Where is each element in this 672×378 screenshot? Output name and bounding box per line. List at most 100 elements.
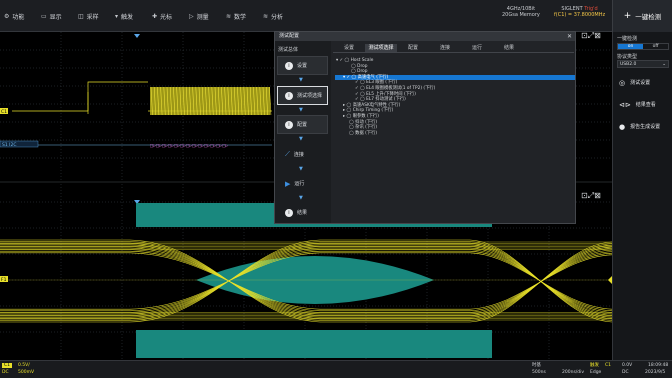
panel-title: 一键检测: [617, 36, 638, 42]
spec-status: 4GHz/10Bit 20Gsa Memory: [502, 6, 540, 18]
info-icon: i: [285, 91, 293, 100]
menu-item-measure[interactable]: ▷ 测量: [189, 10, 226, 22]
menu-item-acquire[interactable]: ◫ 采样: [78, 10, 115, 22]
test-settings-button[interactable]: ◎ 测试设置: [616, 72, 670, 93]
acquire-icon: ◫: [78, 12, 84, 20]
step-label: 结果: [297, 210, 308, 216]
play-icon: ▶: [285, 179, 291, 188]
ch1-tag-text: C1: [1, 109, 7, 115]
chevron-down-icon: ▼: [299, 107, 303, 113]
bottom-status-bar: C1 0.5V/ DC 500mV 时基 500ns 200ns/div 触发 …: [0, 360, 672, 378]
button-label: 结果查看: [635, 102, 656, 108]
eye-mask-bottom: [136, 330, 492, 358]
step-label: 连接: [293, 152, 304, 158]
tree-row[interactable]: ◯ 数据 (下行): [335, 131, 575, 137]
chevron-down-icon: ▼: [299, 195, 303, 201]
chevron-down-icon: ▼: [299, 77, 303, 83]
cursor-icon: ✚: [152, 12, 158, 20]
tab-connect[interactable]: 连接: [429, 44, 461, 52]
chevron-down-icon: ⌄: [662, 62, 666, 67]
menu-item-analysis[interactable]: ≋ 分析: [263, 10, 300, 22]
step-select-tests-button[interactable]: i 测试项选择: [277, 86, 328, 105]
menu-label: 显示: [49, 13, 62, 21]
ch1-offset: 500mV: [18, 370, 35, 375]
button-label: 测试设置: [630, 80, 651, 86]
tab-test-selection[interactable]: 测试项选择: [365, 44, 397, 52]
tab-run[interactable]: 运行: [461, 44, 493, 52]
trigger-level: 0.0V: [622, 363, 633, 368]
decode-text: □▷□▷□▷□▷□▷□▷□▷□▷□▷□▷□▷□▷□▷: [150, 143, 228, 149]
menu-label: 功能: [12, 13, 25, 21]
tab-setup[interactable]: 设置: [333, 44, 365, 52]
spec-line-2: 20Gsa Memory: [502, 12, 540, 18]
display-icon: ▭: [41, 12, 47, 20]
trigger-icon: ▾: [115, 12, 119, 20]
trigger-coupling: DC: [622, 370, 629, 375]
analysis-icon: ≋: [263, 12, 269, 20]
top-menu-bar: ⚙ 功能 ▭ 显示 ◫ 采样 ▾ 触发 ✚ 光标 ▷ 测量 ≋ 数学 ≋ 分析 4GHz/10B…: [0, 0, 672, 32]
menu-item-display[interactable]: ▭ 显示: [41, 10, 78, 22]
info-icon: i: [285, 61, 293, 70]
menu-item-trigger[interactable]: ▾ 触发: [115, 10, 152, 22]
menu-label: 分析: [271, 13, 284, 21]
one-key-label: 一键检测: [635, 13, 662, 21]
menu-item-cursor[interactable]: ✚ 光标: [152, 10, 189, 22]
zoom-icons-lower: ⊡⤢⊠: [581, 191, 601, 200]
test-config-dialog: 测试配置 ✕ 测试总体 i 设置 ▼ i 测试项选择 ▼ i 配置 ▼ ⟋ 连接 ▼ ▶…: [274, 31, 576, 224]
result-icon: ⊲⊳: [619, 100, 631, 109]
report-settings-button[interactable]: ● 报告生成设置: [616, 116, 670, 137]
timebase-scale: 200ns/div: [562, 370, 585, 375]
step-config-button[interactable]: i 配置: [277, 115, 328, 134]
menu-label: 数学: [234, 13, 247, 21]
main-menu: ⚙ 功能 ▭ 显示 ◫ 采样 ▾ 触发 ✚ 光标 ▷ 测量 ≋ 数学 ≋ 分析: [4, 10, 300, 22]
f1-tag-text: F1: [1, 277, 7, 283]
gear-icon: ⚙: [4, 12, 10, 20]
toggle-on[interactable]: on: [618, 44, 643, 49]
trigger-label[interactable]: 触发: [590, 363, 599, 368]
math-icon: ≋: [226, 12, 232, 20]
dialog-title: 测试配置: [275, 32, 575, 41]
tab-config[interactable]: 配置: [397, 44, 429, 52]
ch1-scale: 0.5V/: [18, 363, 30, 368]
menu-item-function[interactable]: ⚙ 功能: [4, 10, 41, 22]
trigger-position-marker: [134, 34, 140, 38]
close-icon[interactable]: ✕: [567, 32, 572, 41]
protocol-type-value: USB2.0: [620, 62, 637, 67]
plus-icon: +: [623, 11, 632, 21]
s1-tag-text: S1 I2C: [2, 142, 16, 148]
menu-label: 触发: [121, 13, 134, 21]
enable-toggle[interactable]: on off: [617, 43, 669, 50]
connect-icon: ⟋: [285, 150, 290, 158]
protocol-type-label: 协议类型: [617, 54, 638, 60]
trigger-mode: Edge: [590, 370, 602, 375]
frequency-readout: f(C1) = 37.8000MHz: [554, 12, 606, 18]
settings-icon: ◎: [619, 78, 626, 87]
toggle-off[interactable]: off: [643, 44, 668, 49]
steps-heading: 测试总体: [278, 47, 299, 53]
info-icon: i: [285, 120, 293, 129]
menu-item-math[interactable]: ≋ 数学: [226, 10, 263, 22]
timebase-label[interactable]: 时基: [532, 363, 541, 368]
info-icon: i: [285, 208, 293, 217]
clock-date: 2023/9/5: [645, 370, 666, 375]
chevron-down-icon: ▼: [299, 166, 303, 172]
step-run-button[interactable]: ▶ 运行: [277, 174, 328, 193]
menu-label: 测量: [196, 13, 209, 21]
one-key-test-button[interactable]: + 一键检测: [612, 0, 672, 32]
menu-label: 采样: [86, 13, 99, 21]
tab-results[interactable]: 结果: [493, 44, 525, 52]
menu-label: 光标: [160, 13, 173, 21]
ch1-channel-tag[interactable]: C1: [2, 363, 13, 368]
dialog-tabs: 设置 测试项选择 配置 连接 运行 结果: [333, 44, 574, 53]
ch1-coupling: DC: [2, 370, 9, 375]
trigger-source: C1: [605, 363, 612, 368]
step-setup-button[interactable]: i 设置: [277, 56, 328, 75]
timebase-delay: 500ns: [532, 370, 546, 375]
clock-time: 18:09:48: [648, 363, 669, 368]
step-connect-button[interactable]: ⟋ 连接: [277, 145, 328, 164]
view-results-button[interactable]: ⊲⊳ 结果查看: [616, 94, 670, 115]
step-label: 测试项选择: [297, 93, 323, 99]
protocol-type-select[interactable]: USB2.0 ⌄: [617, 60, 669, 68]
info-icon: ●: [619, 122, 626, 131]
step-results-button[interactable]: i 结果: [277, 203, 328, 222]
